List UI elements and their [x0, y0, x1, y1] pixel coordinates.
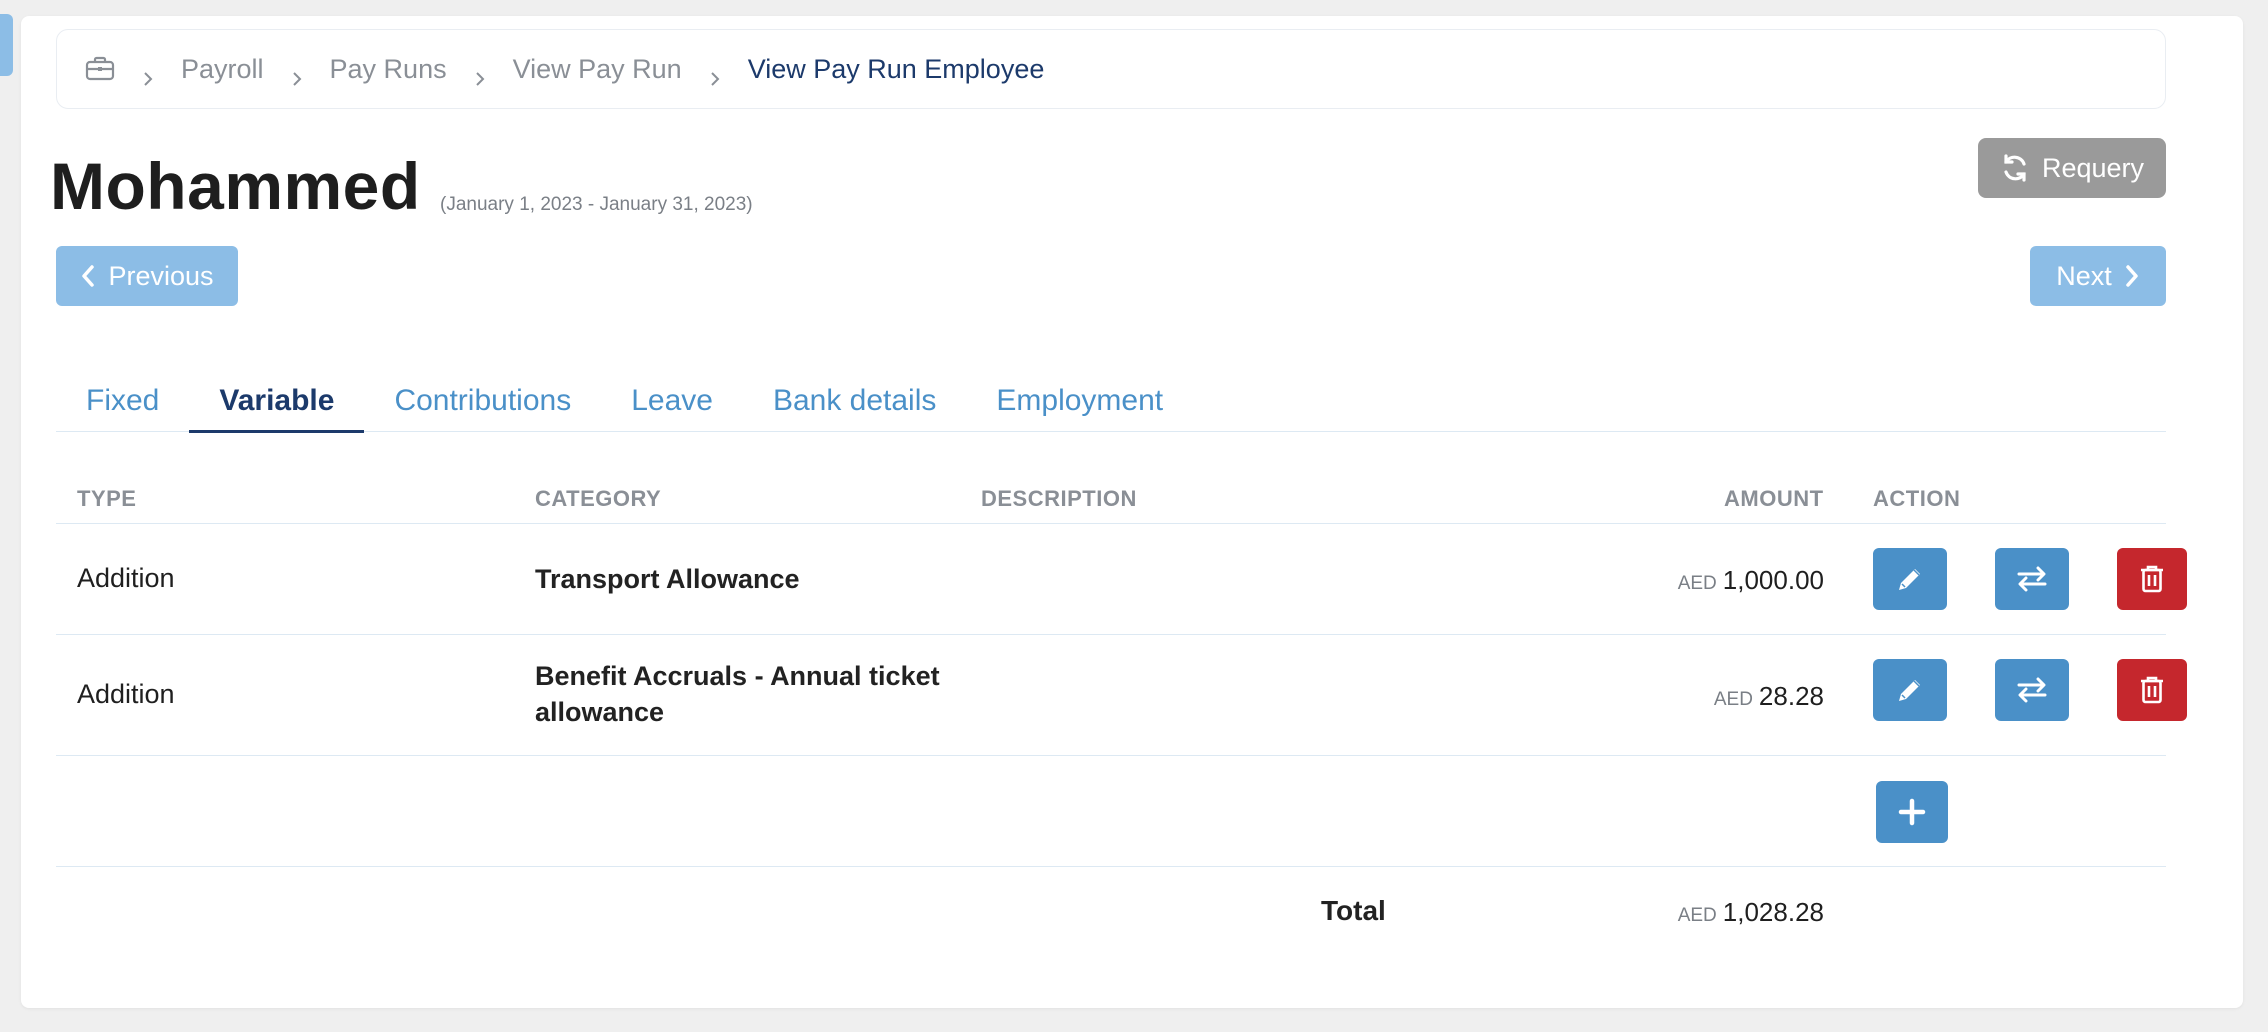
transfer-button[interactable]	[1995, 548, 2069, 610]
header-description: DESCRIPTION	[981, 486, 1137, 511]
breadcrumb-view-pay-run[interactable]: View Pay Run	[513, 54, 682, 85]
exchange-icon	[2017, 677, 2047, 703]
divider	[56, 755, 2166, 756]
refresh-icon	[2004, 154, 2026, 182]
pay-period: (January 1, 2023 - January 31, 2023)	[440, 194, 753, 215]
currency-code: AED	[1677, 573, 1717, 594]
requery-button[interactable]: Requery	[1978, 138, 2166, 198]
delete-button[interactable]	[2117, 659, 2187, 721]
exchange-icon	[2017, 566, 2047, 592]
chevron-right-icon	[290, 62, 304, 86]
breadcrumb-current: View Pay Run Employee	[747, 53, 1045, 84]
divider	[56, 523, 2166, 524]
pencil-icon	[1899, 680, 1920, 701]
side-panel-toggle[interactable]	[0, 14, 13, 76]
transfer-button[interactable]	[1995, 659, 2069, 721]
next-button[interactable]: Next	[2030, 246, 2166, 306]
tab-variable[interactable]: Variable	[189, 370, 365, 433]
add-item-button[interactable]	[1876, 781, 1948, 843]
page-title: Mohammed	[50, 149, 421, 223]
edit-button[interactable]	[1873, 659, 1947, 721]
chevron-right-icon	[2126, 265, 2138, 287]
row-amount: AED 1,000.00	[1524, 565, 1824, 596]
plus-icon	[1898, 798, 1926, 826]
breadcrumb-payroll[interactable]: Payroll	[181, 54, 264, 85]
header-action: ACTION	[1873, 486, 1961, 511]
tab-fixed[interactable]: Fixed	[56, 370, 189, 432]
row-amount: AED 28.28	[1524, 681, 1824, 712]
trash-icon	[2141, 676, 2163, 704]
requery-label: Requery	[2041, 152, 2145, 183]
header-type: TYPE	[77, 486, 137, 511]
trash-icon	[2141, 565, 2163, 593]
divider	[56, 866, 2166, 867]
currency-code: AED	[1677, 905, 1717, 926]
edit-button[interactable]	[1873, 548, 1947, 610]
row-type: Addition	[77, 679, 175, 709]
amount-value: 1,000.00	[1722, 565, 1824, 595]
breadcrumb-pay-runs[interactable]: Pay Runs	[330, 54, 447, 85]
amount-value: 28.28	[1758, 681, 1824, 711]
breadcrumb: Payroll Pay Runs View Pay Run View Pay R…	[56, 29, 2166, 109]
tab-bar: Fixed Variable Contributions Leave Bank …	[56, 370, 2166, 433]
previous-button[interactable]: Previous	[56, 246, 238, 306]
row-type: Addition	[77, 563, 175, 593]
tab-bank-details[interactable]: Bank details	[743, 370, 966, 432]
tab-employment[interactable]: Employment	[966, 370, 1193, 432]
total-amount: AED 1,028.28	[1524, 897, 1824, 928]
currency-code: AED	[1713, 689, 1753, 710]
tab-contributions[interactable]: Contributions	[364, 370, 601, 432]
row-category: Transport Allowance	[535, 564, 800, 594]
row-category: Benefit Accruals - Annual ticket allowan…	[535, 661, 940, 727]
chevron-left-icon	[82, 265, 95, 287]
previous-label: Previous	[108, 260, 214, 291]
total-value: 1,028.28	[1722, 897, 1824, 927]
chevron-right-icon	[141, 62, 155, 86]
next-label: Next	[2056, 260, 2112, 291]
tab-leave[interactable]: Leave	[601, 370, 743, 432]
chevron-right-icon	[473, 62, 487, 86]
total-label: Total	[1321, 895, 1386, 926]
divider	[56, 634, 2166, 635]
delete-button[interactable]	[2117, 548, 2187, 610]
header-amount: AMOUNT	[1724, 486, 1824, 511]
chevron-right-icon	[708, 62, 722, 86]
pencil-icon	[1899, 569, 1920, 590]
header-category: CATEGORY	[535, 486, 662, 511]
briefcase-icon[interactable]	[85, 56, 115, 82]
